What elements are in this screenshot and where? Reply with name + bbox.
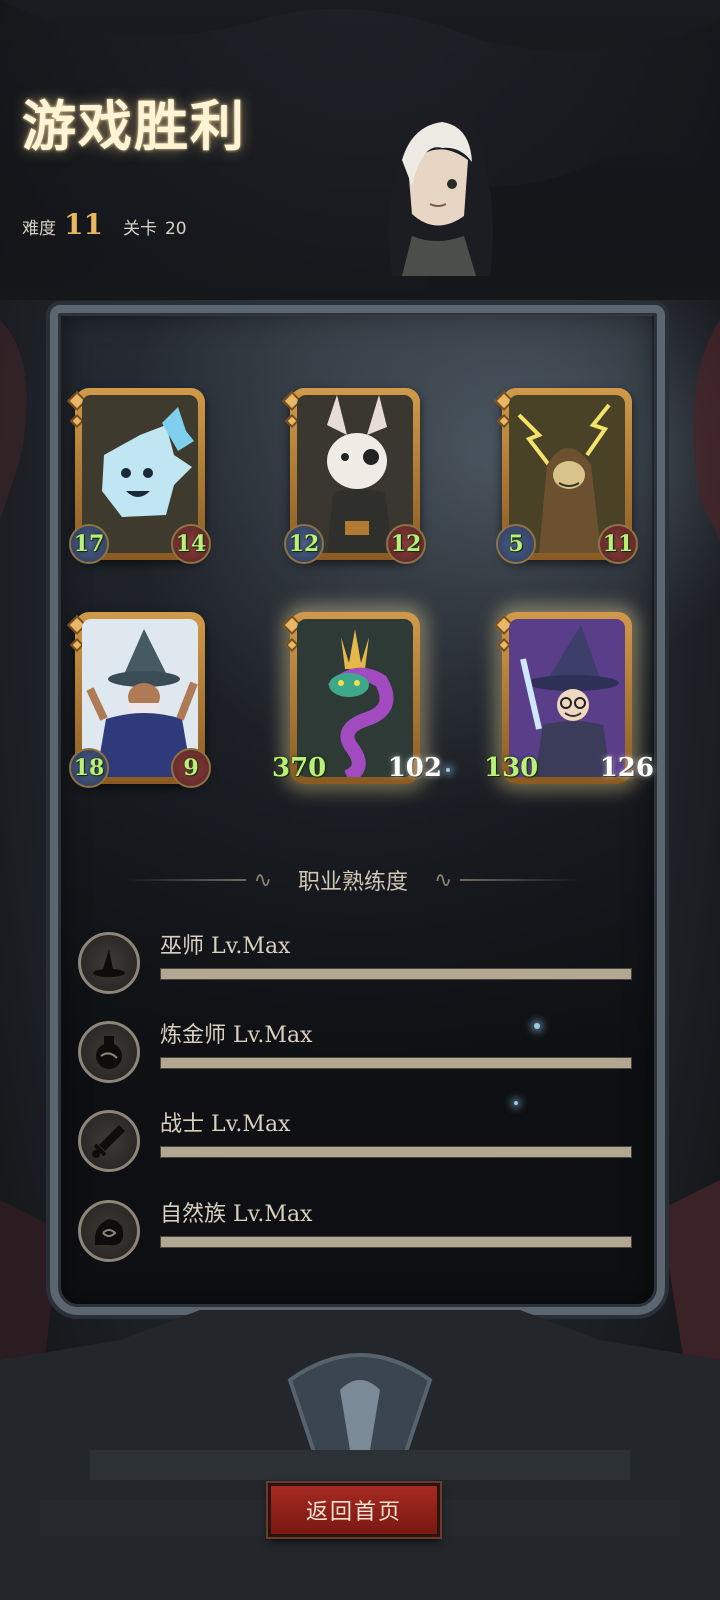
health-stat: 14: [171, 524, 211, 564]
health-stat: 102: [387, 753, 442, 783]
attack-stat: 17: [69, 524, 109, 564]
run-stats: 难度 11 关卡 20: [22, 208, 187, 241]
attack-stat: 370: [272, 753, 327, 783]
divider-line: [128, 879, 246, 881]
mastery-row-alchemist: 炼金师 Lv.Max: [78, 1017, 638, 1087]
health-stat: 126: [599, 753, 654, 783]
mastery-header: ∿ 职业熟练度 ∿: [128, 862, 579, 898]
stage-label: 关卡: [122, 219, 157, 239]
sparkle: [514, 1101, 518, 1105]
divider-line: [460, 879, 579, 881]
attack-stat: 18: [69, 748, 109, 788]
mastery-progress-bar: [160, 1057, 632, 1069]
victory-header: 游戏胜利 难度 11 关卡 20: [0, 0, 720, 300]
mastery-progress-fill: [161, 1058, 631, 1068]
mastery-progress-bar: [160, 968, 632, 980]
attack-stat: 130: [484, 753, 539, 783]
unit-card[interactable]: 18 9: [67, 612, 211, 788]
nature-spirit-icon: [78, 1200, 140, 1262]
witch-hat-icon: [78, 932, 140, 994]
unit-card[interactable]: 12 12: [282, 388, 426, 564]
attack-stat: 12: [284, 524, 324, 564]
potion-flask-icon: [78, 1021, 140, 1083]
mastery-label: 战士 Lv.Max: [160, 1112, 291, 1137]
unit-card[interactable]: 17 14: [67, 388, 211, 564]
mastery-progress-fill: [161, 1147, 631, 1157]
mastery-title: 职业熟练度: [298, 870, 409, 895]
mastery-row-nature: 自然族 Lv.Max: [78, 1196, 638, 1266]
unit-card[interactable]: 370 102: [272, 612, 442, 784]
health-stat: 12: [386, 524, 426, 564]
mastery-progress-fill: [161, 969, 631, 979]
health-stat: 11: [598, 524, 638, 564]
sword-icon: [78, 1110, 140, 1172]
health-stat: 9: [171, 748, 211, 788]
mastery-label: 巫师 Lv.Max: [160, 934, 291, 959]
page-title: 游戏胜利: [22, 95, 246, 158]
sparkle: [446, 768, 450, 772]
hero-portrait: [388, 104, 493, 276]
return-home-button[interactable]: 返回首页: [268, 1483, 440, 1537]
mastery-progress-fill: [161, 1237, 631, 1247]
mastery-progress-bar: [160, 1236, 632, 1248]
bottom-frame-ornament: [0, 1310, 720, 1600]
mastery-row-warrior: 战士 Lv.Max: [78, 1106, 638, 1176]
mastery-label: 炼金师 Lv.Max: [160, 1023, 313, 1048]
mastery-progress-bar: [160, 1146, 632, 1158]
stage-value: 20: [164, 219, 187, 239]
difficulty-value: 11: [64, 208, 103, 241]
unit-card[interactable]: 130 126: [484, 612, 654, 784]
swirl-ornament-icon: ∿: [253, 867, 272, 893]
difficulty-label: 难度: [22, 219, 56, 239]
mastery-row-wizard: 巫师 Lv.Max: [78, 928, 638, 998]
unit-card[interactable]: 5 11: [494, 388, 638, 564]
swirl-ornament-icon: ∿: [434, 867, 453, 893]
mastery-label: 自然族 Lv.Max: [160, 1202, 313, 1227]
attack-stat: 5: [496, 524, 536, 564]
